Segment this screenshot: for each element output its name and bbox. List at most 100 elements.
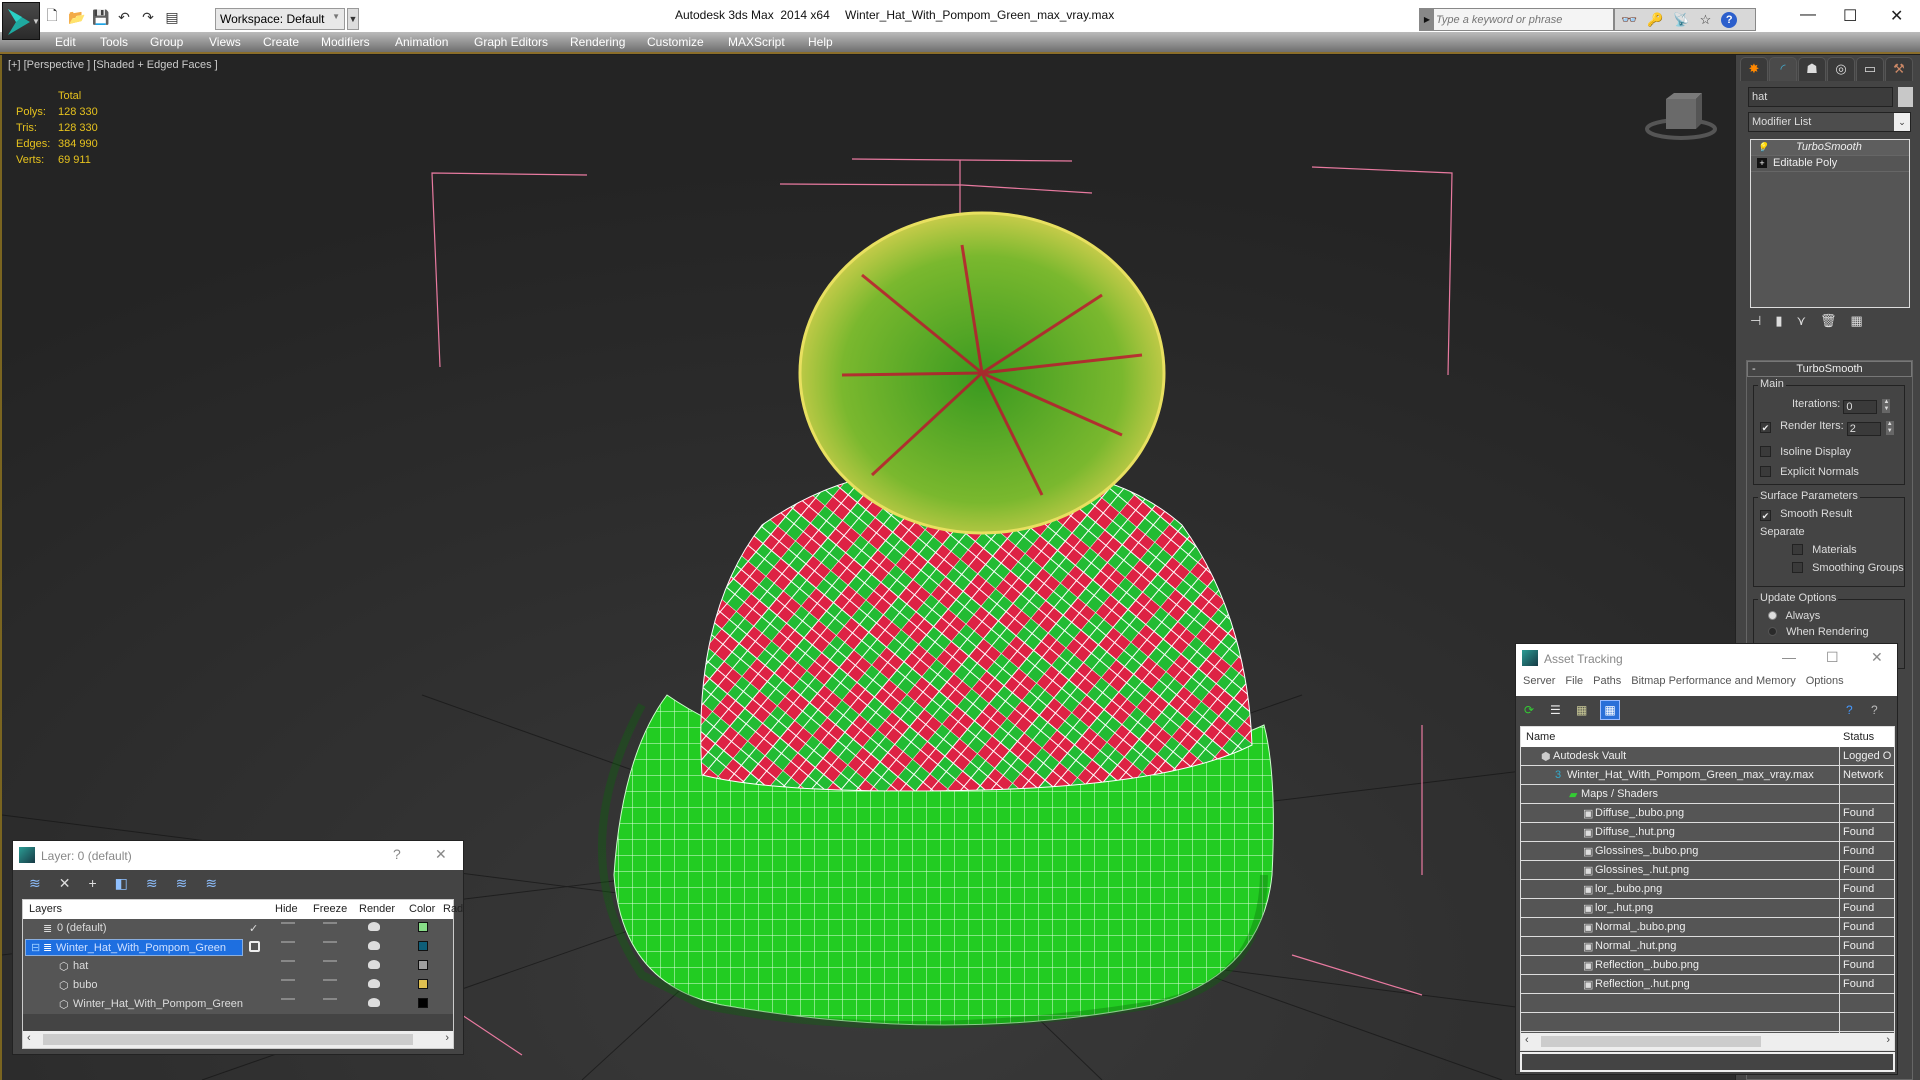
pin-stack-icon[interactable]: ⊣ <box>1750 313 1761 329</box>
asset-row[interactable]: ▣ Diffuse_.bubo.png Found <box>1521 804 1894 823</box>
satellite-icon[interactable]: 📡 <box>1673 12 1689 28</box>
modifier-list-dropdown[interactable]: Modifier List ⌄ <box>1748 112 1911 132</box>
object-color-swatch[interactable] <box>418 998 428 1008</box>
render-teapot-icon[interactable] <box>368 941 380 950</box>
materials-checkbox[interactable] <box>1792 544 1803 555</box>
tree-view-icon[interactable]: ▦ <box>1576 703 1587 717</box>
remove-modifier-icon[interactable]: 🗑 <box>1820 313 1837 329</box>
menu-bitmap-performance[interactable]: Bitmap Performance and Memory <box>1631 675 1795 696</box>
freeze-toggle[interactable] <box>323 941 337 943</box>
menu-animation[interactable]: Animation <box>395 35 448 49</box>
menu-server[interactable]: Server <box>1523 675 1555 696</box>
explicit-normals-checkbox[interactable] <box>1760 466 1771 477</box>
new-file-icon[interactable]: 🗋 <box>44 5 60 29</box>
scroll-left-icon[interactable]: ‹ <box>27 1032 31 1044</box>
menu-help[interactable]: Help <box>808 35 833 49</box>
asset-row[interactable]: ▣ lor_.bubo.png Found <box>1521 880 1894 899</box>
smoothing-groups-checkbox[interactable] <box>1792 562 1803 573</box>
stack-item-turbosmooth[interactable]: 💡 TurboSmooth <box>1751 140 1909 156</box>
asset-row[interactable]: ▣ Reflection_.hut.png Found <box>1521 975 1894 994</box>
close-button[interactable]: ✕ <box>435 846 447 863</box>
dialog-title-bar[interactable]: Layer: 0 (default) ? ✕ <box>13 841 463 870</box>
open-file-icon[interactable]: 📂 <box>68 9 85 26</box>
render-teapot-icon[interactable] <box>368 960 380 969</box>
delete-layer-icon[interactable]: ✕ <box>59 875 71 892</box>
show-end-result-icon[interactable]: ▮ <box>1775 313 1782 329</box>
spinner-arrows-icon[interactable]: ▲ ▼ <box>1885 421 1894 435</box>
undo-icon[interactable]: ↶ <box>116 9 132 26</box>
create-tab[interactable]: ✸ <box>1740 57 1768 81</box>
rollout-header[interactable]: - TurboSmooth <box>1747 361 1912 377</box>
menu-group[interactable]: Group <box>150 35 183 49</box>
table-view-icon[interactable]: ▦ <box>1600 700 1620 720</box>
asset-row[interactable]: ▣ Normal_.hut.png Found <box>1521 937 1894 956</box>
hide-toggle[interactable] <box>281 979 295 981</box>
maximize-button[interactable]: ☐ <box>1843 6 1857 26</box>
active-checkmark-icon[interactable]: ✓ <box>249 922 258 935</box>
help-button[interactable]: ? <box>393 846 401 862</box>
menu-create[interactable]: Create <box>263 35 299 49</box>
object-row[interactable]: ⬡ Winter_Hat_With_Pompom_Green <box>23 995 453 1014</box>
keyword-search-input[interactable] <box>1436 10 1611 29</box>
freeze-toggle[interactable] <box>323 998 337 1000</box>
context-help-icon[interactable]: ? <box>1871 703 1878 717</box>
asset-row[interactable]: 3 Winter_Hat_With_Pompom_Green_max_vray.m… <box>1521 766 1894 785</box>
scroll-left-icon[interactable]: ‹ <box>1525 1034 1529 1046</box>
modify-tab[interactable]: ◜ <box>1769 57 1797 81</box>
layer-row[interactable]: ≣ 0 (default) ✓ <box>23 919 453 938</box>
collapse-minus-icon[interactable]: ⊟ <box>31 941 40 954</box>
render-teapot-icon[interactable] <box>368 922 380 931</box>
active-layer-checkbox[interactable] <box>249 941 260 952</box>
menu-file[interactable]: File <box>1565 675 1583 696</box>
freeze-layers-icon[interactable]: ≋ <box>205 875 217 892</box>
render-teapot-icon[interactable] <box>368 979 380 988</box>
scroll-right-icon[interactable]: › <box>1886 1034 1890 1046</box>
make-unique-icon[interactable]: ⋎ <box>1796 313 1806 329</box>
object-color-swatch[interactable] <box>418 960 428 970</box>
customize-qat-button[interactable]: ▼ <box>347 8 359 30</box>
hide-toggle[interactable] <box>281 941 295 943</box>
minimize-button[interactable]: — <box>1800 6 1816 24</box>
help-icon[interactable]: ? <box>1721 11 1738 28</box>
scrollbar-thumb[interactable] <box>1541 1036 1761 1047</box>
horizontal-scrollbar[interactable]: ‹ › <box>23 1031 453 1048</box>
asset-row[interactable]: ▣ Diffuse_.hut.png Found <box>1521 823 1894 842</box>
motion-tab[interactable]: ◎ <box>1827 57 1855 81</box>
layer-row[interactable]: Winter_Hat_With_Pompom_Green ⊟ ≣ <box>23 938 453 957</box>
menu-customize[interactable]: Customize <box>647 35 704 49</box>
isoline-display-checkbox[interactable] <box>1760 446 1771 457</box>
star-icon[interactable]: ☆ <box>1700 12 1712 28</box>
spinner-arrows-icon[interactable]: ▲ ▼ <box>1882 399 1891 413</box>
render-teapot-icon[interactable] <box>368 998 380 1007</box>
menu-modifiers[interactable]: Modifiers <box>321 35 370 49</box>
add-to-layer-icon[interactable]: + <box>88 875 96 891</box>
expand-plus-icon[interactable]: + <box>1757 158 1767 168</box>
iterations-spinner[interactable] <box>1843 400 1878 414</box>
horizontal-scrollbar[interactable]: ‹ › <box>1521 1033 1894 1050</box>
expand-search-icon[interactable]: ▶ <box>1420 9 1434 30</box>
render-iters-checkbox[interactable]: ✔ <box>1760 422 1771 433</box>
asset-row[interactable]: ▣ lor_.hut.png Found <box>1521 899 1894 918</box>
minimize-button[interactable]: — <box>1782 649 1796 665</box>
select-objects-icon[interactable]: ◧ <box>115 875 128 892</box>
menu-maxscript[interactable]: MAXScript <box>728 35 785 49</box>
hierarchy-tab[interactable]: ☗ <box>1798 57 1826 81</box>
asset-row[interactable]: ▣ Normal_.bubo.png Found <box>1521 918 1894 937</box>
menu-graph-editors[interactable]: Graph Editors <box>474 35 548 49</box>
render-iters-spinner[interactable] <box>1846 422 1881 436</box>
close-button[interactable]: ✕ <box>1871 649 1883 666</box>
hide-toggle[interactable] <box>281 960 295 962</box>
freeze-toggle[interactable] <box>323 960 337 962</box>
save-icon[interactable]: 💾 <box>92 9 109 26</box>
redo-icon[interactable]: ↷ <box>140 9 156 26</box>
scrollbar-thumb[interactable] <box>43 1034 413 1045</box>
object-color-swatch[interactable] <box>1898 87 1913 107</box>
list-view-icon[interactable]: ☰ <box>1550 703 1561 717</box>
asset-path-field[interactable] <box>1520 1052 1895 1072</box>
layer-color-swatch[interactable] <box>418 922 428 932</box>
object-row[interactable]: ⬡ bubo <box>23 976 453 995</box>
menu-views[interactable]: Views <box>209 35 241 49</box>
binoculars-icon[interactable]: 👓 <box>1621 12 1637 28</box>
object-color-swatch[interactable] <box>418 979 428 989</box>
object-row[interactable]: ⬡ hat <box>23 957 453 976</box>
